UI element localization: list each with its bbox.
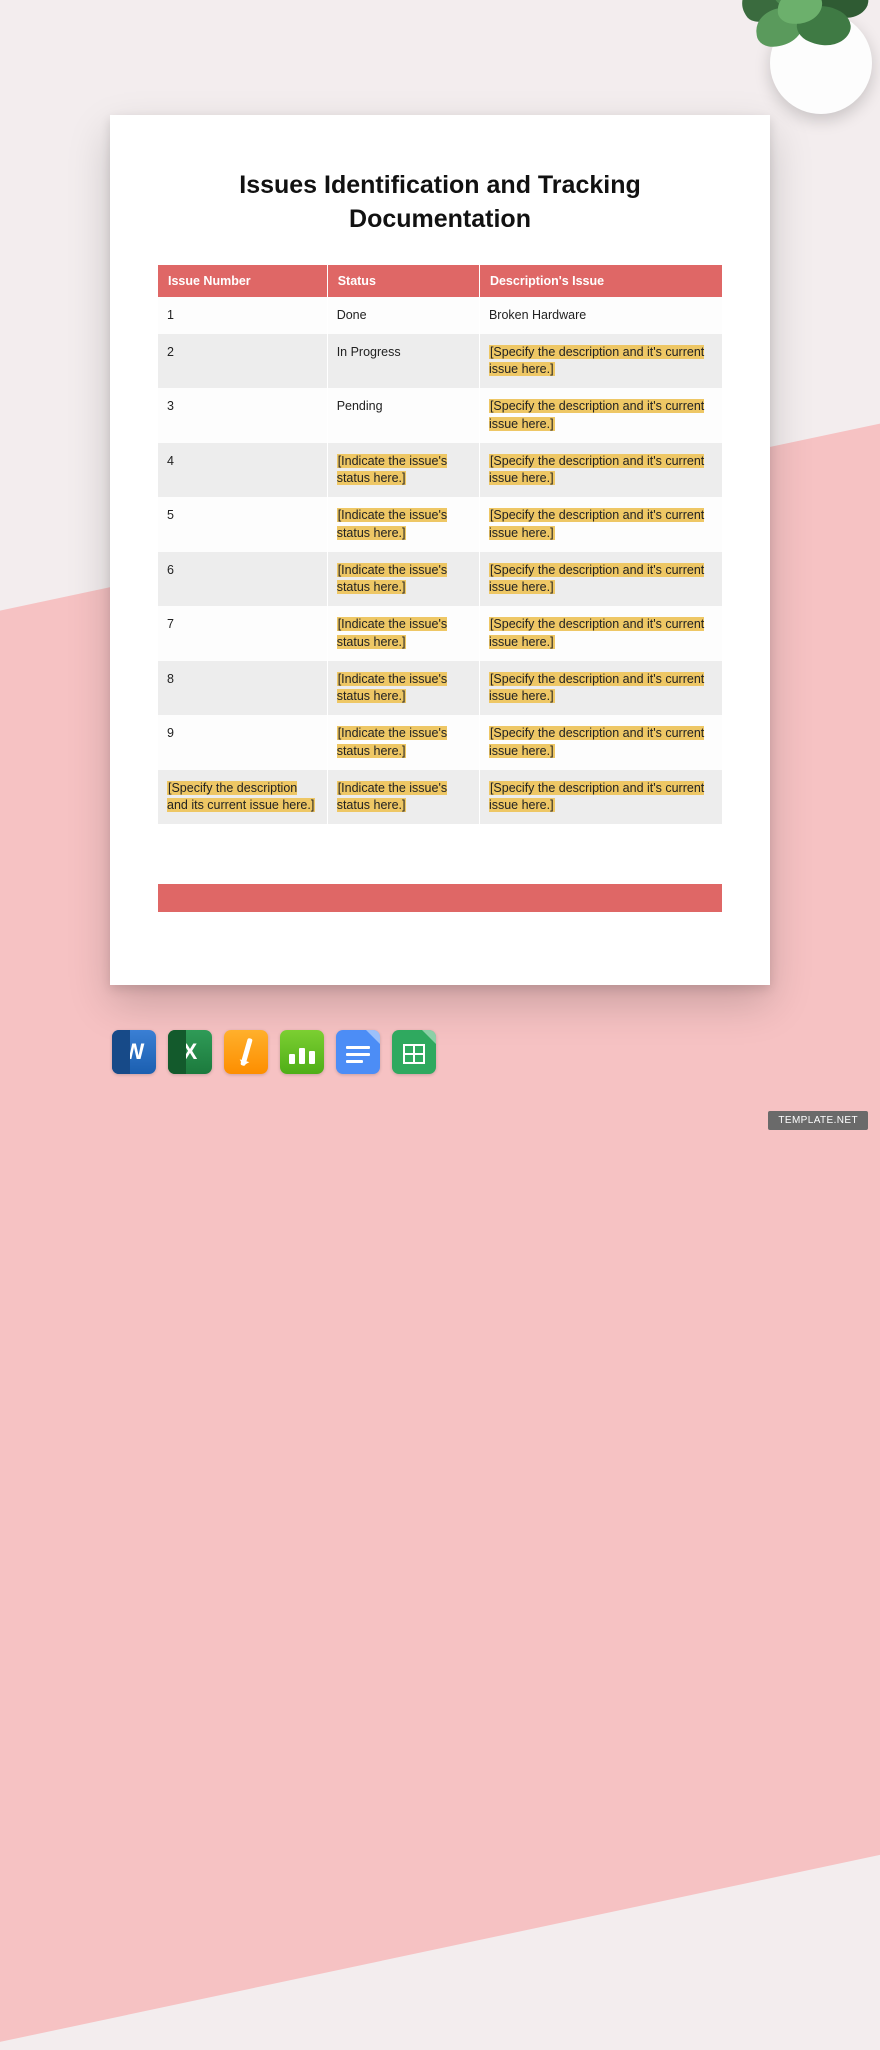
apple-pages-icon bbox=[224, 1030, 268, 1074]
cell-issue-number: 5 bbox=[158, 497, 327, 552]
header-issue-number: Issue Number bbox=[158, 265, 327, 297]
decorative-plant bbox=[720, 0, 880, 130]
placeholder-highlight: [Specify the description and it's curren… bbox=[489, 617, 704, 648]
document-page: Issues Identification and Tracking Docum… bbox=[110, 115, 770, 985]
format-icons-row: W X bbox=[112, 1030, 436, 1074]
cell-status: [Indicate the issue's status here.] bbox=[327, 770, 479, 825]
cell-status: Done bbox=[327, 297, 479, 334]
footer-accent-bar bbox=[158, 884, 722, 912]
header-status: Status bbox=[327, 265, 479, 297]
cell-status: [Indicate the issue's status here.] bbox=[327, 661, 479, 716]
placeholder-highlight: [Indicate the issue's status here.] bbox=[337, 672, 447, 703]
cell-issue-number: 9 bbox=[158, 715, 327, 770]
cell-issue-number: 8 bbox=[158, 661, 327, 716]
cell-description: [Specify the description and it's curren… bbox=[479, 606, 722, 661]
cell-issue-number: 2 bbox=[158, 334, 327, 389]
google-docs-icon bbox=[336, 1030, 380, 1074]
issues-table: Issue Number Status Description's Issue … bbox=[158, 265, 722, 825]
cell-issue-number: 4 bbox=[158, 443, 327, 498]
cell-description: [Specify the description and it's curren… bbox=[479, 443, 722, 498]
placeholder-highlight: [Specify the description and it's curren… bbox=[489, 399, 704, 430]
table-row: 6 [Indicate the issue's status here.] [Spe… bbox=[158, 552, 722, 607]
table-row: 4 [Indicate the issue's status here.] [Spe… bbox=[158, 443, 722, 498]
placeholder-highlight: [Indicate the issue's status here.] bbox=[337, 781, 447, 812]
placeholder-highlight: [Specify the description and it's curren… bbox=[489, 563, 704, 594]
cell-description: [Specify the description and it's curren… bbox=[479, 388, 722, 443]
cell-status: Pending bbox=[327, 388, 479, 443]
placeholder-highlight: [Specify the description and it's curren… bbox=[489, 508, 704, 539]
placeholder-highlight: [Indicate the issue's status here.] bbox=[337, 726, 447, 757]
table-row: 1DoneBroken Hardware bbox=[158, 297, 722, 334]
document-title: Issues Identification and Tracking Docum… bbox=[158, 169, 722, 237]
google-sheets-icon bbox=[392, 1030, 436, 1074]
cell-issue-number: 3 bbox=[158, 388, 327, 443]
table-header-row: Issue Number Status Description's Issue bbox=[158, 265, 722, 297]
table-row: 9 [Indicate the issue's status here.] [Spe… bbox=[158, 715, 722, 770]
table-row: 2In Progress [Specify the description and… bbox=[158, 334, 722, 389]
table-row: 5 [Indicate the issue's status here.] [Spe… bbox=[158, 497, 722, 552]
placeholder-highlight: [Indicate the issue's status here.] bbox=[337, 454, 447, 485]
cell-description: [Specify the description and it's curren… bbox=[479, 334, 722, 389]
word-icon: W bbox=[112, 1030, 156, 1074]
placeholder-highlight: [Indicate the issue's status here.] bbox=[337, 617, 447, 648]
table-row: 8 [Indicate the issue's status here.] [Spe… bbox=[158, 661, 722, 716]
cell-description: [Specify the description and it's curren… bbox=[479, 770, 722, 825]
apple-numbers-icon bbox=[280, 1030, 324, 1074]
placeholder-highlight: [Specify the description and it's curren… bbox=[489, 345, 704, 376]
cell-status: [Indicate the issue's status here.] bbox=[327, 552, 479, 607]
cell-status: In Progress bbox=[327, 334, 479, 389]
header-description: Description's Issue bbox=[479, 265, 722, 297]
placeholder-highlight: [Indicate the issue's status here.] bbox=[337, 508, 447, 539]
cell-issue-number: 7 bbox=[158, 606, 327, 661]
cell-status: [Indicate the issue's status here.] bbox=[327, 715, 479, 770]
placeholder-highlight: [Specify the description and it's curren… bbox=[489, 726, 704, 757]
cell-status: [Indicate the issue's status here.] bbox=[327, 606, 479, 661]
cell-issue-number: 1 bbox=[158, 297, 327, 334]
placeholder-highlight: [Specify the description and it's curren… bbox=[489, 672, 704, 703]
table-row: 3Pending [Specify the description and it'… bbox=[158, 388, 722, 443]
cell-issue-number: [Specify the description and its current… bbox=[158, 770, 327, 825]
watermark-badge: TEMPLATE.NET bbox=[768, 1111, 868, 1130]
placeholder-highlight: [Indicate the issue's status here.] bbox=[337, 563, 447, 594]
excel-icon: X bbox=[168, 1030, 212, 1074]
cell-description: [Specify the description and it's curren… bbox=[479, 497, 722, 552]
placeholder-highlight: [Specify the description and it's curren… bbox=[489, 454, 704, 485]
table-row: 7 [Indicate the issue's status here.] [Spe… bbox=[158, 606, 722, 661]
table-row: [Specify the description and its current… bbox=[158, 770, 722, 825]
cell-status: [Indicate the issue's status here.] bbox=[327, 443, 479, 498]
cell-description: [Specify the description and it's curren… bbox=[479, 661, 722, 716]
placeholder-highlight: [Specify the description and its current… bbox=[167, 781, 315, 812]
cell-issue-number: 6 bbox=[158, 552, 327, 607]
cell-description: [Specify the description and it's curren… bbox=[479, 552, 722, 607]
cell-description: [Specify the description and it's curren… bbox=[479, 715, 722, 770]
placeholder-highlight: [Specify the description and it's curren… bbox=[489, 781, 704, 812]
cell-description: Broken Hardware bbox=[479, 297, 722, 334]
cell-status: [Indicate the issue's status here.] bbox=[327, 497, 479, 552]
